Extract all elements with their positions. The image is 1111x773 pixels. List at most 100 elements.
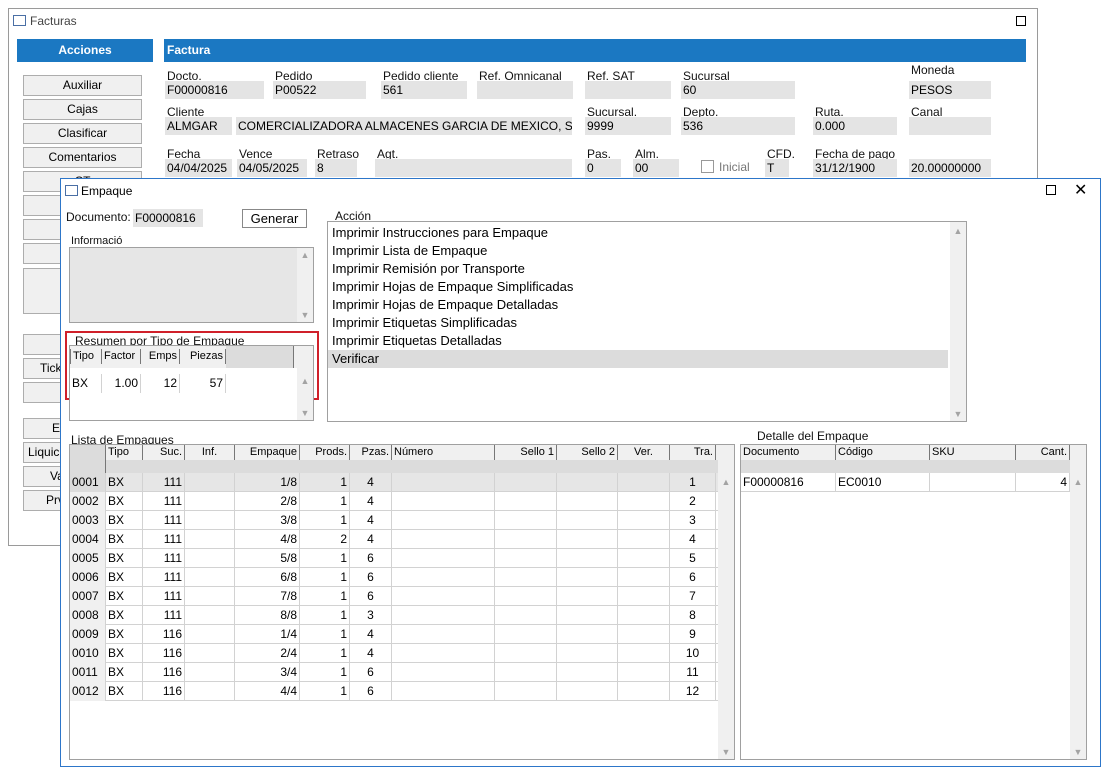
- lista-row[interactable]: 0012 BX 116 4/4 1 6 12: [70, 682, 718, 701]
- detalle-codigo-header[interactable]: Código: [836, 445, 930, 460]
- lista-scrollbar[interactable]: ▲ ▼: [718, 445, 734, 759]
- accion-item[interactable]: Imprimir Hojas de Empaque Detalladas: [328, 296, 948, 314]
- accion-item[interactable]: Imprimir Hojas de Empaque Simplificadas: [328, 278, 948, 296]
- docto-field[interactable]: F00000816: [165, 81, 264, 99]
- lista-numero-header[interactable]: Número: [392, 445, 495, 460]
- comentarios-button[interactable]: Comentarios: [23, 147, 142, 168]
- pas-field[interactable]: 0: [585, 159, 621, 177]
- cliente-nombre-field[interactable]: COMERCIALIZADORA ALMACENES GARCIA DE MEX…: [236, 117, 572, 135]
- lista-suc-header[interactable]: Suc.: [143, 445, 185, 460]
- fecha-field[interactable]: 04/04/2025: [165, 159, 232, 177]
- detalle-grid[interactable]: Documento Código SKU Cant. F00000816 EC0…: [740, 444, 1087, 760]
- fecha-pago-field[interactable]: 31/12/1900: [813, 159, 897, 177]
- lista-row[interactable]: 0007 BX 111 7/8 1 6 7: [70, 587, 718, 606]
- moneda-field[interactable]: PESOS: [909, 81, 991, 99]
- lista-prods-header[interactable]: Prods.: [300, 445, 350, 460]
- lista-cell: 1: [300, 587, 350, 606]
- lista-row[interactable]: 0001 BX 111 1/8 1 4 1: [70, 473, 718, 492]
- detalle-cant-header[interactable]: Cant.: [1016, 445, 1070, 460]
- tipo-cambio-field[interactable]: 20.00000000: [909, 159, 991, 177]
- pedido-cliente-field[interactable]: 561: [381, 81, 467, 99]
- lista-inf-header[interactable]: Inf.: [185, 445, 235, 460]
- resumen-emps-header[interactable]: Emps: [141, 349, 180, 364]
- resumen-scrollbar[interactable]: ▲ ▼: [297, 368, 313, 420]
- lista-row[interactable]: 0005 BX 111 5/8 1 6 5: [70, 549, 718, 568]
- lista-cell: 6: [670, 568, 716, 587]
- detalle-documento-header[interactable]: Documento: [741, 445, 836, 460]
- sucursal2-field[interactable]: 9999: [585, 117, 671, 135]
- ruta-field[interactable]: 0.000: [813, 117, 897, 135]
- alm-field[interactable]: 00: [633, 159, 679, 177]
- accion-item[interactable]: Imprimir Lista de Empaque: [328, 242, 948, 260]
- accion-item[interactable]: Imprimir Instrucciones para Empaque: [328, 224, 948, 242]
- scroll-up-icon[interactable]: ▲: [718, 477, 734, 487]
- close-icon[interactable]: ✕: [1074, 180, 1087, 200]
- lista-row[interactable]: 0004 BX 111 4/8 2 4 4: [70, 530, 718, 549]
- cfd-field[interactable]: T: [765, 159, 789, 177]
- resumen-piezas-header[interactable]: Piezas: [180, 349, 226, 364]
- lista-row[interactable]: 0006 BX 111 6/8 1 6 6: [70, 568, 718, 587]
- informacion-scrollbar[interactable]: ▲ ▼: [297, 248, 313, 322]
- lista-sello2-header[interactable]: Sello 2: [557, 445, 618, 460]
- lista-row[interactable]: 0008 BX 111 8/8 1 3 8: [70, 606, 718, 625]
- lista-tipo-header[interactable]: Tipo: [106, 445, 143, 460]
- accion-item[interactable]: Imprimir Etiquetas Detalladas: [328, 332, 948, 350]
- sucursal-field[interactable]: 60: [681, 81, 795, 99]
- informacion-textarea[interactable]: ▲ ▼: [69, 247, 314, 323]
- scroll-down-icon[interactable]: ▼: [718, 747, 734, 757]
- lista-pzas-header[interactable]: Pzas.: [350, 445, 392, 460]
- pedido-field[interactable]: P00522: [273, 81, 366, 99]
- canal-field[interactable]: [909, 117, 991, 135]
- scroll-up-icon[interactable]: ▲: [950, 226, 966, 236]
- lista-row[interactable]: 0003 BX 111 3/8 1 4 3: [70, 511, 718, 530]
- lista-grid[interactable]: Tipo Suc. Inf. Empaque Prods. Pzas. Núme…: [69, 444, 735, 760]
- lista-row[interactable]: 0011 BX 116 3/4 1 6 11: [70, 663, 718, 682]
- lista-sello1-header[interactable]: Sello 1: [495, 445, 557, 460]
- accion-item[interactable]: Imprimir Etiquetas Simplificadas: [328, 314, 948, 332]
- vence-field[interactable]: 04/05/2025: [237, 159, 307, 177]
- agt-field[interactable]: [375, 159, 572, 177]
- generar-button[interactable]: Generar: [242, 209, 307, 228]
- maximize-icon[interactable]: [1016, 16, 1026, 26]
- retraso-field[interactable]: 8: [315, 159, 357, 177]
- inicial-checkbox[interactable]: [701, 160, 714, 173]
- scroll-down-icon[interactable]: ▼: [297, 310, 313, 320]
- cajas-button[interactable]: Cajas: [23, 99, 142, 120]
- accion-item-selected[interactable]: Verificar: [328, 350, 948, 368]
- scroll-up-icon[interactable]: ▲: [297, 376, 313, 386]
- documento-field[interactable]: F00000816: [133, 209, 203, 227]
- resumen-row[interactable]: BX 1.00 12 57: [70, 374, 295, 393]
- lista-cell: [557, 606, 618, 625]
- accion-list[interactable]: Imprimir Instrucciones para Empaque Impr…: [327, 221, 967, 422]
- resumen-factor-header[interactable]: Factor: [102, 349, 141, 364]
- accion-scrollbar[interactable]: ▲ ▼: [950, 222, 966, 421]
- lista-cell: [618, 663, 670, 682]
- resumen-tipo-header[interactable]: Tipo: [70, 349, 102, 364]
- scroll-down-icon[interactable]: ▼: [297, 408, 313, 418]
- lista-row[interactable]: 0010 BX 116 2/4 1 4 10: [70, 644, 718, 663]
- resumen-grid[interactable]: Tipo Factor Emps Piezas BX 1.00 12 57 ▲ …: [69, 345, 314, 421]
- ref-sat-field[interactable]: [585, 81, 671, 99]
- detalle-row[interactable]: F00000816 EC0010 4: [741, 473, 1070, 492]
- detalle-sku-header[interactable]: SKU: [930, 445, 1016, 460]
- scroll-down-icon[interactable]: ▼: [1070, 747, 1086, 757]
- lista-empaque-header[interactable]: Empaque: [235, 445, 300, 460]
- lista-row[interactable]: 0009 BX 116 1/4 1 4 9: [70, 625, 718, 644]
- window-icon: [65, 185, 78, 196]
- detalle-scrollbar[interactable]: ▲ ▼: [1070, 445, 1086, 759]
- lista-row[interactable]: 0002 BX 111 2/8 1 4 2: [70, 492, 718, 511]
- auxiliar-button[interactable]: Auxiliar: [23, 75, 142, 96]
- scroll-up-icon[interactable]: ▲: [1070, 477, 1086, 487]
- cliente-field[interactable]: ALMGAR: [165, 117, 232, 135]
- lista-tra-header[interactable]: Tra.: [670, 445, 716, 460]
- scroll-up-icon[interactable]: ▲: [297, 250, 313, 260]
- lista-cell: 6: [350, 549, 392, 568]
- scroll-down-icon[interactable]: ▼: [950, 409, 966, 419]
- maximize-icon[interactable]: [1046, 185, 1056, 195]
- ref-omnicanal-field[interactable]: [477, 81, 573, 99]
- depto-field[interactable]: 536: [681, 117, 795, 135]
- documento-label: Documento:: [66, 210, 131, 224]
- clasificar-button[interactable]: Clasificar: [23, 123, 142, 144]
- lista-ver-header[interactable]: Ver.: [618, 445, 670, 460]
- accion-item[interactable]: Imprimir Remisión por Transporte: [328, 260, 948, 278]
